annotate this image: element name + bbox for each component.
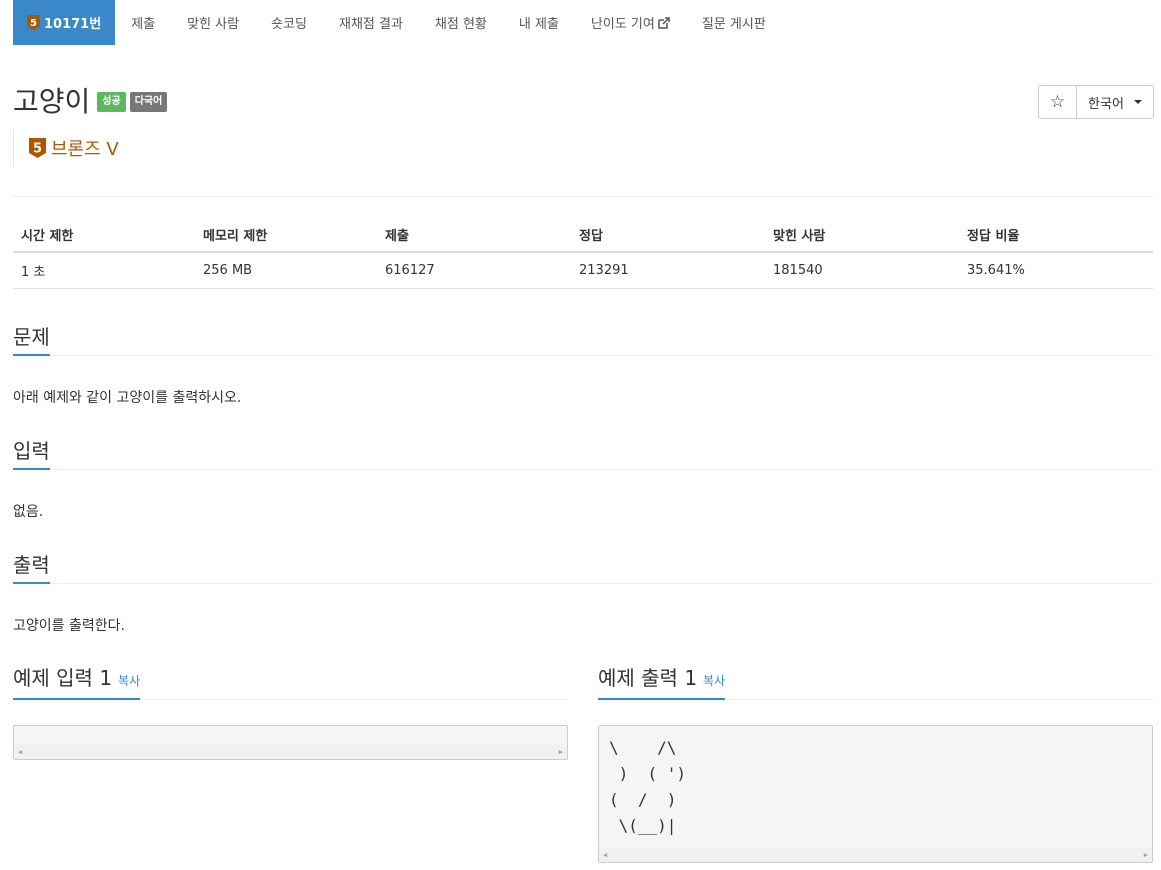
tab-short-coding[interactable]: 숏코딩 [255,0,323,45]
language-dropdown[interactable]: 한국어 [1077,86,1153,118]
svg-text:5: 5 [33,142,42,157]
caret-down-icon [1133,100,1142,104]
accepted-value: 213291 [571,252,765,289]
tab-problem[interactable]: 5 10171번 [13,0,116,45]
header-accepted: 정답 [571,218,765,253]
star-icon: ☆ [1049,92,1066,112]
problem-section-header: 문제 [13,320,1153,356]
sample-output-title-wrap: 예제 출력 1 복사 [598,662,726,700]
problem-number: 10171번 [44,17,102,32]
tab-solved-users[interactable]: 맞힌 사람 [171,0,255,45]
copy-sample-output-button[interactable]: 복사 [703,674,725,688]
scroll-left-icon: ◀ [603,850,608,859]
header-submissions: 제출 [377,218,571,253]
sample-output-title: 예제 출력 1 [598,666,698,690]
scroll-right-icon: ▶ [558,747,563,756]
sample-output-code: \ /\ ) ( ') ( / ) \(__)| [609,738,687,835]
solved-users-value: 181540 [765,252,959,289]
header-time-limit: 시간 제한 [13,218,195,253]
title-actions: ☆ 한국어 [1038,85,1154,119]
header-memory-limit: 메모리 제한 [195,218,377,253]
problem-info-table: 시간 제한 메모리 제한 제출 정답 맞힌 사람 정답 비율 1 초 256 M… [13,218,1153,289]
output-section-title: 출력 [13,548,50,584]
scroll-left-icon: ◀ [18,747,23,756]
table-row: 1 초 256 MB 616127 213291 181540 35.641% [13,252,1153,289]
language-label: 한국어 [1088,96,1124,112]
multi-language-badge: 다국어 [129,92,168,112]
header-accept-ratio: 정답 비율 [959,218,1153,253]
external-link-icon [658,16,670,29]
tier-name: 브론즈 V [51,139,119,160]
problem-menu: 5 10171번 제출 맞힌 사람 숏코딩 재채점 결과 채점 현황 내 제출 … [13,0,782,45]
horizontal-scrollbar[interactable]: ◀ ▶ [599,847,1152,862]
problem-tier: 5 브론즈 V [13,129,119,167]
sample-input-code [14,726,567,735]
tab-rejudge-results[interactable]: 재채점 결과 [323,0,419,45]
tab-status[interactable]: 채점 현황 [419,0,503,45]
horizontal-scrollbar[interactable]: ◀ ▶ [14,744,567,759]
divider [13,196,1153,197]
tab-difficulty-contribution[interactable]: 난이도 기여 [575,0,686,45]
success-badge: 성공 [97,92,126,112]
input-section-title: 입력 [13,434,50,470]
memory-limit-value: 256 MB [195,252,377,289]
svg-text:5: 5 [30,18,37,29]
accept-ratio-value: 35.641% [959,252,1153,289]
copy-sample-input-button[interactable]: 복사 [118,674,140,688]
output-description: 고양이를 출력한다. [13,618,125,634]
page-title: 고양이 [13,85,91,118]
bronze-tier-icon: 5 [29,138,46,158]
tab-submit[interactable]: 제출 [115,0,171,45]
scroll-right-icon: ▶ [1143,850,1148,859]
sample-input-header: 예제 입력 1 복사 [13,662,568,700]
tab-question-board[interactable]: 질문 게시판 [686,0,782,45]
input-section-header: 입력 [13,434,1153,470]
time-limit-value: 1 초 [13,252,195,289]
bronze-tier-icon: 5 [27,15,40,30]
submissions-value: 616127 [377,252,571,289]
sample-input-title-wrap: 예제 입력 1 복사 [13,662,141,700]
input-description: 없음. [13,504,44,520]
sample-output-box[interactable]: \ /\ ) ( ') ( / ) \(__)| ◀ ▶ [598,725,1153,863]
favorite-star-button[interactable]: ☆ [1039,86,1077,118]
header-solved-users: 맞힌 사람 [765,218,959,253]
output-section-header: 출력 [13,548,1153,584]
sample-input-box[interactable]: ◀ ▶ [13,725,568,760]
problem-section-title: 문제 [13,320,50,356]
sample-output-header: 예제 출력 1 복사 [598,662,1153,700]
problem-description: 아래 예제와 같이 고양이를 출력하시오. [13,390,242,406]
tab-difficulty-label: 난이도 기여 [590,17,655,32]
title-row: 고양이 성공 다국어 [13,84,168,120]
tab-my-submissions[interactable]: 내 제출 [503,0,575,45]
table-header-row: 시간 제한 메모리 제한 제출 정답 맞힌 사람 정답 비율 [13,218,1153,253]
sample-input-title: 예제 입력 1 [13,666,113,690]
